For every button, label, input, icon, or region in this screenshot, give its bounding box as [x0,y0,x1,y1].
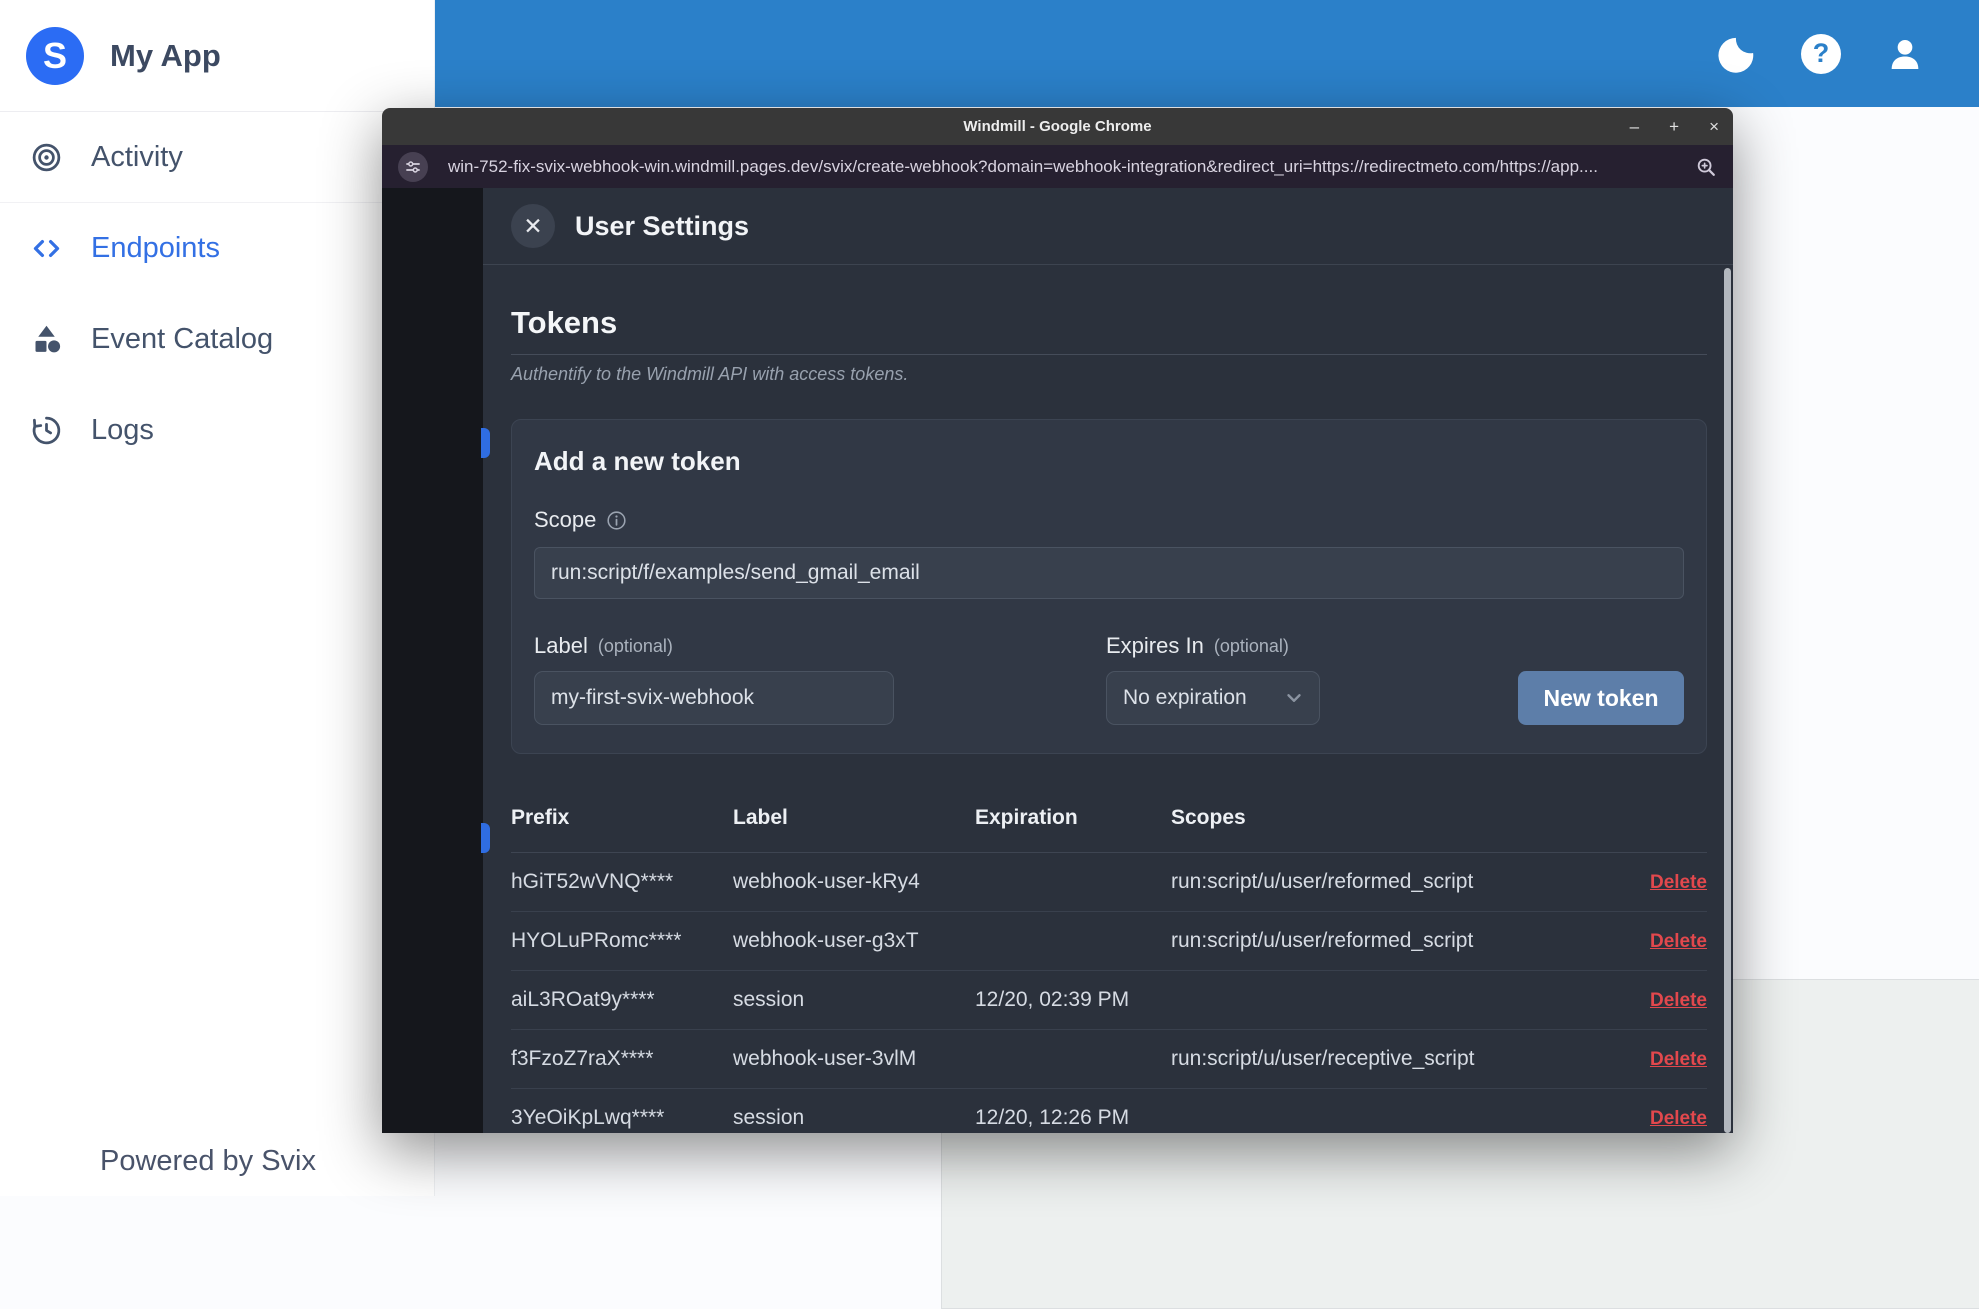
delete-token-link[interactable]: Delete [1650,931,1707,952]
zoom-search-icon[interactable] [1695,156,1717,178]
token-label: webhook-user-g3xT [733,929,975,953]
modal-title: User Settings [575,211,749,242]
token-prefix: f3FzoZ7raX**** [511,1047,733,1071]
token-prefix: 3YeOiKpLwq**** [511,1106,733,1130]
token-prefix: HYOLuPRomc**** [511,929,733,953]
chevron-down-icon [1283,687,1305,709]
token-label: session [733,988,975,1012]
new-token-button[interactable]: New token [1518,671,1684,725]
token-scopes: run:script/u/user/reformed_script [1171,870,1615,894]
add-token-title: Add a new token [534,446,1684,477]
user-menu-button[interactable] [1883,32,1927,76]
sidebar-item-label: Endpoints [91,232,220,265]
close-modal-button[interactable]: ✕ [511,204,555,248]
token-label: webhook-user-3vlM [733,1047,975,1071]
delete-token-link[interactable]: Delete [1650,1049,1707,1070]
moon-icon [1718,35,1756,73]
window-titlebar[interactable]: Windmill - Google Chrome – + × [382,108,1733,145]
table-row: f3FzoZ7raX**** webhook-user-3vlM run:scr… [511,1030,1707,1089]
powered-by-svix: Powered by Svix [100,1145,316,1178]
sidebar: S My App Activity Endpoints Event Catalo… [0,0,435,1196]
token-label-input[interactable] [534,671,894,725]
col-header-scopes: Scopes [1171,806,1615,830]
col-header-prefix: Prefix [511,806,733,830]
site-settings-button[interactable] [398,152,428,182]
sidebar-item-label: Logs [91,414,154,447]
token-label: session [733,1106,975,1130]
sidebar-item-endpoints[interactable]: Endpoints [0,203,434,294]
minimize-button[interactable]: – [1630,118,1639,135]
sidebar-header: S My App [0,0,434,112]
label-label: Label [534,633,588,659]
label-optional: (optional) [598,636,673,657]
sidebar-item-event-catalog[interactable]: Event Catalog [0,294,434,385]
maximize-button[interactable]: + [1669,118,1679,135]
table-header-row: Prefix Label Expiration Scopes [511,806,1707,853]
sidebar-item-label: Activity [91,141,183,174]
table-row: aiL3ROat9y**** session 12/20, 02:39 PM D… [511,971,1707,1030]
add-token-card: Add a new token Scope [511,419,1707,754]
dark-mode-toggle[interactable] [1715,32,1759,76]
tokens-section-subtitle: Authentify to the Windmill API with acce… [511,364,1707,385]
col-header-expiration: Expiration [975,806,1171,830]
hidden-button-fragment [481,823,490,853]
sidebar-item-logs[interactable]: Logs [0,385,434,476]
tokens-section-title: Tokens [511,305,1707,341]
hidden-button-fragment [481,428,490,458]
token-expiration: 12/20, 12:26 PM [975,1106,1171,1130]
code-brackets-icon [30,232,63,265]
expires-in-label: Expires In [1106,633,1204,659]
app-header: ? [435,0,1979,107]
table-row: HYOLuPRomc**** webhook-user-g3xT run:scr… [511,912,1707,971]
delete-token-link[interactable]: Delete [1650,872,1707,893]
shapes-icon [30,323,63,356]
svix-logo-icon: S [26,27,84,85]
token-scopes: run:script/u/user/reformed_script [1171,929,1615,953]
col-header-label: Label [733,806,975,830]
expires-optional: (optional) [1214,636,1289,657]
info-icon[interactable] [606,510,627,531]
sidebar-item-label: Event Catalog [91,323,273,356]
token-prefix: hGiT52wVNQ**** [511,870,733,894]
expiration-select[interactable]: No expiration [1106,671,1320,725]
sidebar-item-activity[interactable]: Activity [0,112,434,203]
window-title: Windmill - Google Chrome [963,118,1151,135]
history-icon [30,414,63,447]
app-title: My App [110,38,221,74]
expiration-selected-value: No expiration [1123,686,1247,710]
close-window-button[interactable]: × [1709,118,1719,135]
scope-label: Scope [534,507,596,533]
modal-header: ✕ User Settings [483,188,1733,265]
delete-token-link[interactable]: Delete [1650,990,1707,1011]
modal-scrollbar[interactable] [1724,268,1731,1133]
help-button[interactable]: ? [1799,32,1843,76]
address-bar[interactable]: win-752-fix-svix-webhook-win.windmill.pa… [448,157,1685,177]
page-content: ✕ User Settings Tokens Authentify to the… [382,188,1733,1133]
table-row: 3YeOiKpLwq**** session 12/20, 12:26 PM D… [511,1089,1707,1133]
help-icon: ? [1801,34,1841,74]
scope-input[interactable] [534,547,1684,599]
browser-toolbar: win-752-fix-svix-webhook-win.windmill.pa… [382,145,1733,188]
token-label: webhook-user-kRy4 [733,870,975,894]
user-settings-modal: ✕ User Settings Tokens Authentify to the… [483,188,1733,1133]
table-row: hGiT52wVNQ**** webhook-user-kRy4 run:scr… [511,853,1707,912]
section-divider [511,354,1707,355]
user-icon [1885,34,1925,74]
tune-icon [404,158,422,176]
token-prefix: aiL3ROat9y**** [511,988,733,1012]
token-expiration: 12/20, 02:39 PM [975,988,1171,1012]
delete-token-link[interactable]: Delete [1650,1108,1707,1129]
chrome-window: Windmill - Google Chrome – + × win-752-f… [382,108,1733,1133]
token-scopes: run:script/u/user/receptive_script [1171,1047,1615,1071]
tokens-table: Prefix Label Expiration Scopes hGiT52wVN… [511,806,1707,1133]
activity-icon [30,141,63,174]
